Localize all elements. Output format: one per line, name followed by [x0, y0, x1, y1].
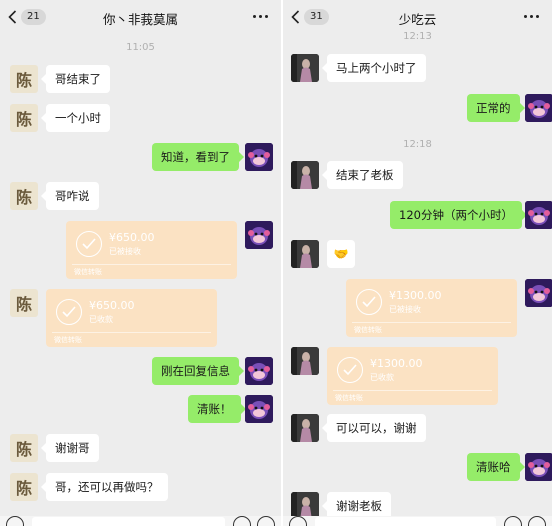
check-circle-icon	[56, 299, 82, 325]
message-input[interactable]	[315, 517, 496, 526]
person-photo-icon	[291, 414, 319, 442]
transfer-footer: 微信转账	[335, 394, 363, 402]
transfer-card-outgoing[interactable]: ¥650.00 已被接收 微信转账	[66, 221, 237, 279]
transfer-card-incoming[interactable]: ¥650.00 已收款 微信转账	[46, 289, 217, 347]
transfer-footer: 微信转账	[354, 326, 382, 334]
message-bubble-incoming[interactable]: 结束了老板	[322, 161, 403, 189]
person-photo-icon	[291, 347, 319, 375]
message-input[interactable]	[32, 517, 225, 526]
my-avatar[interactable]	[525, 94, 552, 122]
transfer-amount: ¥650.00	[89, 299, 135, 312]
message-bubble-outgoing[interactable]: 清账！	[188, 395, 245, 423]
chat-title: 你丶非莪莫属	[102, 12, 178, 27]
more-icon[interactable]	[524, 15, 540, 19]
timestamp: 12:18	[403, 139, 432, 150]
message-bubble-outgoing[interactable]: 清账哈	[467, 453, 524, 481]
emoji-icon[interactable]	[504, 516, 522, 526]
message-bubble-outgoing[interactable]: 刚在回复信息	[152, 357, 244, 385]
message-bubble-outgoing[interactable]: 知道，看到了	[152, 143, 244, 171]
chat-panel-right: 31 少吃云 12:13 马上两个小时了 正常的 12:18 结束了老板 120…	[283, 0, 552, 526]
contact-avatar[interactable]: 陈	[10, 65, 38, 93]
contact-avatar[interactable]: 陈	[10, 182, 38, 210]
transfer-card-incoming[interactable]: ¥1300.00 已收款 微信转账	[327, 347, 498, 405]
chat-title: 少吃云	[398, 12, 437, 27]
emoji-message[interactable]: 🤝	[327, 240, 355, 268]
monkey-avatar-icon	[525, 279, 552, 307]
chat-panel-left: 21 你丶非莪莫属 11:05 陈 哥结束了 陈 一个小时 知道，看到了 陈 哥…	[0, 0, 281, 526]
contact-avatar[interactable]: 陈	[10, 289, 38, 317]
person-photo-icon	[291, 240, 319, 268]
transfer-card-outgoing[interactable]: ¥1300.00 已被接收 微信转账	[346, 279, 517, 337]
contact-avatar[interactable]	[291, 240, 319, 268]
transfer-footer: 微信转账	[74, 268, 102, 276]
contact-avatar[interactable]: 陈	[10, 473, 38, 501]
check-circle-icon	[76, 231, 102, 257]
transfer-footer: 微信转账	[54, 336, 82, 344]
message-bubble-incoming[interactable]: 哥结束了	[41, 65, 110, 93]
person-photo-icon	[291, 161, 319, 189]
timestamp: 12:13	[403, 31, 432, 42]
check-circle-icon	[356, 289, 382, 315]
my-avatar[interactable]	[525, 279, 552, 307]
monkey-avatar-icon	[525, 201, 552, 229]
plus-icon[interactable]	[528, 516, 546, 526]
message-bubble-incoming[interactable]: 马上两个小时了	[322, 54, 426, 82]
chat-header: 31 少吃云	[283, 0, 552, 34]
contact-avatar[interactable]	[291, 161, 319, 189]
monkey-avatar-icon	[525, 453, 552, 481]
my-avatar[interactable]	[245, 143, 273, 171]
transfer-status: 已被接收	[389, 305, 421, 314]
emoji-icon[interactable]	[233, 516, 251, 526]
check-circle-icon	[337, 357, 363, 383]
my-avatar[interactable]	[245, 395, 273, 423]
voice-icon[interactable]	[6, 516, 24, 526]
message-bubble-outgoing[interactable]: 正常的	[467, 94, 524, 122]
transfer-amount: ¥1300.00	[370, 357, 423, 370]
handshake-icon: 🤝	[333, 247, 349, 261]
more-icon[interactable]	[253, 15, 269, 19]
contact-avatar[interactable]: 陈	[10, 434, 38, 462]
transfer-amount: ¥650.00	[109, 231, 155, 244]
my-avatar[interactable]	[245, 221, 273, 249]
monkey-avatar-icon	[525, 94, 552, 122]
message-bubble-incoming[interactable]: 谢谢哥	[41, 434, 99, 462]
my-avatar[interactable]	[525, 453, 552, 481]
my-avatar[interactable]	[245, 357, 273, 385]
input-bar	[283, 516, 552, 526]
contact-avatar[interactable]: 陈	[10, 104, 38, 132]
my-avatar[interactable]	[525, 201, 552, 229]
message-bubble-outgoing[interactable]: 120分钟（两个小时）	[390, 201, 527, 229]
message-bubble-incoming[interactable]: 哥，还可以再做吗？	[41, 473, 168, 501]
monkey-avatar-icon	[245, 395, 273, 423]
contact-avatar[interactable]	[291, 54, 319, 82]
contact-avatar[interactable]	[291, 414, 319, 442]
message-bubble-incoming[interactable]: 哥咋说	[41, 182, 99, 210]
voice-icon[interactable]	[289, 516, 307, 526]
monkey-avatar-icon	[245, 143, 273, 171]
transfer-amount: ¥1300.00	[389, 289, 442, 302]
monkey-avatar-icon	[245, 221, 273, 249]
message-bubble-incoming[interactable]: 一个小时	[41, 104, 110, 132]
message-bubble-incoming[interactable]: 可以可以，谢谢	[322, 414, 426, 442]
transfer-status: 已收款	[89, 315, 113, 324]
input-bar	[0, 516, 281, 526]
timestamp: 11:05	[126, 42, 155, 53]
person-photo-icon	[291, 54, 319, 82]
monkey-avatar-icon	[245, 357, 273, 385]
transfer-status: 已收款	[370, 373, 394, 382]
plus-icon[interactable]	[257, 516, 275, 526]
contact-avatar[interactable]	[291, 347, 319, 375]
transfer-status: 已被接收	[109, 247, 141, 256]
chat-header: 21 你丶非莪莫属	[0, 0, 281, 34]
